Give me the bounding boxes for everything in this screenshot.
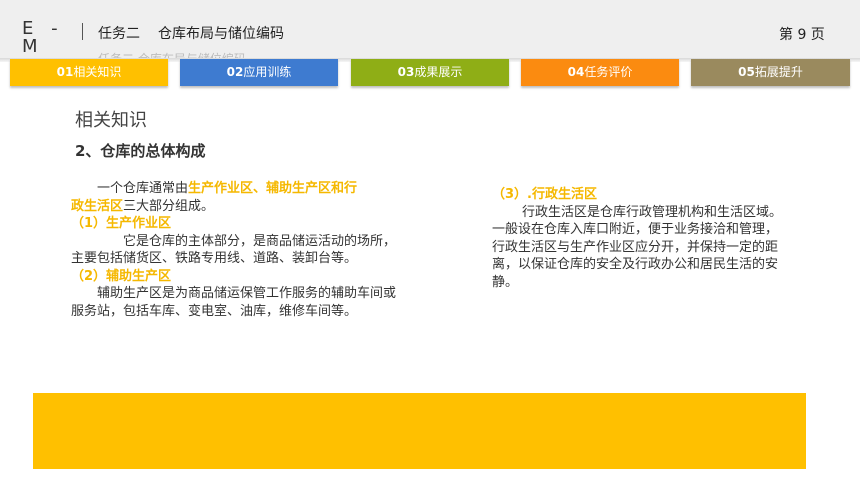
sub-title: 2、仓库的总体构成 [75, 142, 206, 160]
tab-extension[interactable]: 05拓展提升 [691, 59, 850, 86]
nav-tabs: 01相关知识 02应用训练 03成果展示 04任务评价 05拓展提升 [10, 59, 850, 87]
tab-related-knowledge[interactable]: 01相关知识 [10, 59, 168, 86]
tab-label: 拓展提升 [754, 65, 803, 79]
intro-text: 三大部分组成。 [123, 198, 215, 214]
tab-number: 01 [56, 65, 74, 79]
task-label: 任务二 [98, 26, 140, 42]
item1-title: （1）生产作业区 [71, 216, 172, 231]
item1-body: 它是仓库的主体部分，是商品储运活动的场所，主要包括储货区、铁路专用线、道路、装卸… [71, 233, 397, 267]
left-column: 一个仓库通常由生产作业区、辅助生产区和行 政生活区三大部分组成。 （1）生产作业… [71, 180, 403, 320]
page-number: 第 9 页 [779, 27, 825, 43]
intro-text: 一个仓库通常由 [97, 181, 189, 196]
tab-number: 04 [567, 65, 585, 79]
tab-number: 03 [397, 65, 415, 79]
intro-paragraph: 一个仓库通常由生产作业区、辅助生产区和行 政生活区三大部分组成。 [71, 180, 403, 215]
tab-label: 相关知识 [73, 65, 122, 79]
intro-highlight: 政生活区 [71, 198, 124, 214]
item3-title: （3）.行政生活区 [492, 187, 597, 202]
tab-label: 成果展示 [414, 65, 463, 79]
right-column: （3）.行政生活区 行政生活区是仓库行政管理机构和生活区域。一般设在仓库入库口附… [492, 186, 782, 291]
tab-application-training[interactable]: 02应用训练 [180, 59, 338, 86]
page-title: 任务二 仓库布局与储位编码 [98, 23, 284, 43]
item2-text: 辅助生产区是为商品储运保管工作服务的辅助车间或服务站，包括车库、变电室、油库，维… [71, 285, 403, 320]
header-divider [82, 23, 83, 40]
tab-label: 任务评价 [584, 65, 633, 79]
tab-label: 应用训练 [243, 65, 292, 79]
item2-title: （2）辅助生产区 [71, 268, 172, 284]
section-title: 相关知识 [75, 110, 147, 131]
tab-task-evaluation[interactable]: 04任务评价 [521, 59, 679, 86]
intro-highlight: 生产作业区、辅助生产区和行 [188, 181, 358, 196]
item3-text: 行政生活区是仓库行政管理机构和生活区域。一般设在仓库入库口附近，便于业务接洽和管… [492, 204, 782, 292]
topic-label: 仓库布局与储位编码 [158, 26, 284, 42]
item2-body: 辅助生产区是为商品储运保管工作服务的辅助车间或服务站，包括车库、变电室、油库，维… [71, 286, 397, 319]
highlight-box [33, 393, 806, 469]
item3-body: 行政生活区是仓库行政管理机构和生活区域。一般设在仓库入库口附近，便于业务接洽和管… [492, 204, 783, 290]
item1-text: 它是仓库的主体部分，是商品储运活动的场所，主要包括储货区、铁路专用线、道路、装卸… [71, 233, 403, 268]
tab-number: 02 [226, 65, 244, 79]
tab-number: 05 [738, 65, 755, 79]
logo: E - M [22, 18, 64, 57]
tab-results-display[interactable]: 03成果展示 [351, 59, 509, 86]
title-reflection: 任务二 仓库布局与储位编码 [98, 50, 288, 58]
